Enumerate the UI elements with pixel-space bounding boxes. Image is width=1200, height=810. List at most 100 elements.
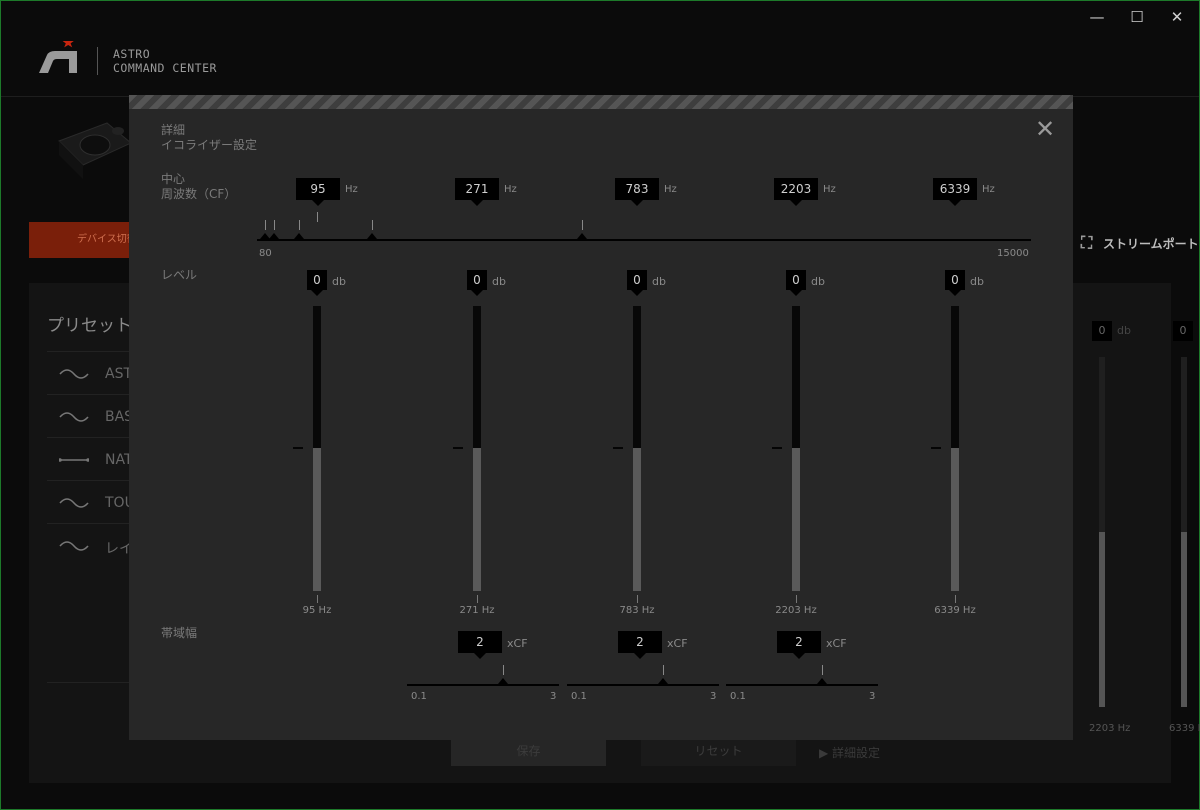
bandwidth-min: 0.1 — [411, 691, 427, 702]
antenna-icon: ⛶ — [1081, 233, 1093, 252]
level-value[interactable]: 0 — [307, 270, 327, 296]
flat-line-icon — [59, 458, 89, 462]
cf-input[interactable]: 95 — [296, 178, 340, 206]
bandwidth-max: 3 — [550, 691, 557, 702]
hz-tick — [477, 595, 478, 603]
bandwidth-tick — [503, 665, 504, 675]
level-value[interactable]: 0 — [627, 270, 647, 296]
level-slider-fill — [313, 448, 321, 591]
save-button[interactable]: 保存 — [451, 736, 606, 766]
wave-icon — [59, 541, 89, 551]
bandwidth-axis[interactable] — [567, 684, 719, 686]
modal-stripe-header — [129, 95, 1073, 109]
stream-port-tab[interactable]: ⛶ ストリームポート — [1081, 233, 1199, 253]
cf-input[interactable]: 783 — [615, 178, 659, 206]
band-hz-label: 2203 Hz — [775, 605, 817, 616]
bg-level-fill — [1181, 532, 1187, 707]
brand-line-2: COMMAND CENTER — [113, 61, 217, 75]
level-section-label: レベル — [161, 268, 198, 282]
close-icon[interactable]: ✕ — [1035, 117, 1055, 141]
brand-name: ASTRO COMMAND CENTER — [113, 47, 217, 75]
bandwidth-tick — [663, 665, 664, 675]
level-slider-fill — [951, 448, 959, 591]
minimize-button[interactable]: — — [1077, 5, 1117, 29]
bandwidth-handle[interactable] — [817, 678, 827, 684]
bandwidth-unit: xCF — [507, 637, 528, 650]
level-slider[interactable] — [792, 306, 800, 591]
band-hz-label: 271 Hz — [459, 605, 495, 616]
cf-axis-tick — [372, 220, 373, 230]
wave-icon — [59, 412, 89, 422]
bandwidth-tick — [822, 665, 823, 675]
hz-tick — [317, 595, 318, 603]
stream-port-label: ストリームポート — [1103, 237, 1199, 251]
bg-hz-label: 6339 Hz — [1169, 723, 1200, 734]
cf-unit: Hz — [664, 184, 677, 195]
reset-button[interactable]: リセット — [641, 736, 796, 766]
cf-axis-tick — [317, 212, 318, 222]
cf-axis-handle[interactable] — [367, 233, 377, 239]
bandwidth-axis[interactable] — [726, 684, 878, 686]
level-slider[interactable] — [473, 306, 481, 591]
bandwidth-value[interactable]: 2 — [458, 631, 502, 659]
level-unit: db — [652, 275, 666, 288]
bg-level-fill — [1099, 532, 1105, 707]
bandwidth-min: 0.1 — [571, 691, 587, 702]
bg-level-unit: db — [1117, 324, 1131, 337]
bandwidth-min: 0.1 — [730, 691, 746, 702]
band-hz-label: 95 Hz — [302, 605, 332, 616]
astro-logo-icon — [39, 41, 77, 73]
bandwidth-unit: xCF — [667, 637, 688, 650]
level-center-mark — [931, 447, 941, 449]
level-slider[interactable] — [951, 306, 959, 591]
bg-level-slider — [1181, 357, 1187, 707]
cf-unit: Hz — [345, 184, 358, 195]
bandwidth-value[interactable]: 2 — [777, 631, 821, 659]
mixamp-device-image — [58, 122, 132, 179]
cf-axis-handle[interactable] — [294, 233, 304, 239]
cf-input[interactable]: 271 — [455, 178, 499, 206]
cf-axis-tick — [274, 220, 275, 230]
bandwidth-handle[interactable] — [498, 678, 508, 684]
level-center-mark — [613, 447, 623, 449]
cf-axis-handle[interactable] — [269, 233, 279, 239]
hz-tick — [796, 595, 797, 603]
bandwidth-axis[interactable] — [407, 684, 559, 686]
brand-line-1: ASTRO — [113, 47, 151, 61]
level-value[interactable]: 0 — [945, 270, 965, 296]
level-slider[interactable] — [633, 306, 641, 591]
frequency-axis-max: 15000 — [997, 248, 1029, 259]
level-unit: db — [970, 275, 984, 288]
cf-unit: Hz — [982, 184, 995, 195]
level-slider[interactable] — [313, 306, 321, 591]
bandwidth-handle[interactable] — [658, 678, 668, 684]
cf-input[interactable]: 2203 — [774, 178, 818, 206]
wave-icon — [59, 498, 89, 508]
hz-tick — [955, 595, 956, 603]
bandwidth-value[interactable]: 2 — [618, 631, 662, 659]
cf-input[interactable]: 6339 — [933, 178, 977, 206]
bandwidth-section-label: 帯域幅 — [161, 626, 198, 640]
level-unit: db — [492, 275, 506, 288]
level-unit: db — [811, 275, 825, 288]
cf-unit: Hz — [823, 184, 836, 195]
level-value[interactable]: 0 — [786, 270, 806, 296]
cf-label-line-1: 中心 — [161, 172, 186, 186]
band-hz-label: 783 Hz — [619, 605, 655, 616]
cf-axis-handle[interactable] — [577, 233, 587, 239]
level-slider-fill — [633, 448, 641, 591]
cf-unit: Hz — [504, 184, 517, 195]
frequency-axis[interactable] — [257, 239, 1031, 241]
maximize-button[interactable]: ☐ — [1117, 5, 1157, 29]
device-tab[interactable]: デバイス切替 — [29, 222, 137, 258]
frequency-axis-min: 80 — [259, 248, 272, 259]
cf-axis-tick — [582, 220, 583, 230]
level-center-mark — [453, 447, 463, 449]
cf-axis-tick — [265, 220, 266, 230]
level-value[interactable]: 0 — [467, 270, 487, 296]
close-window-button[interactable]: ✕ — [1157, 5, 1197, 29]
logo-divider — [97, 47, 98, 75]
detail-settings-link[interactable]: ▶ 詳細設定 — [819, 744, 880, 761]
cf-axis-tick — [299, 220, 300, 230]
modal-title: 詳細 イコライザー設定 — [161, 123, 257, 153]
